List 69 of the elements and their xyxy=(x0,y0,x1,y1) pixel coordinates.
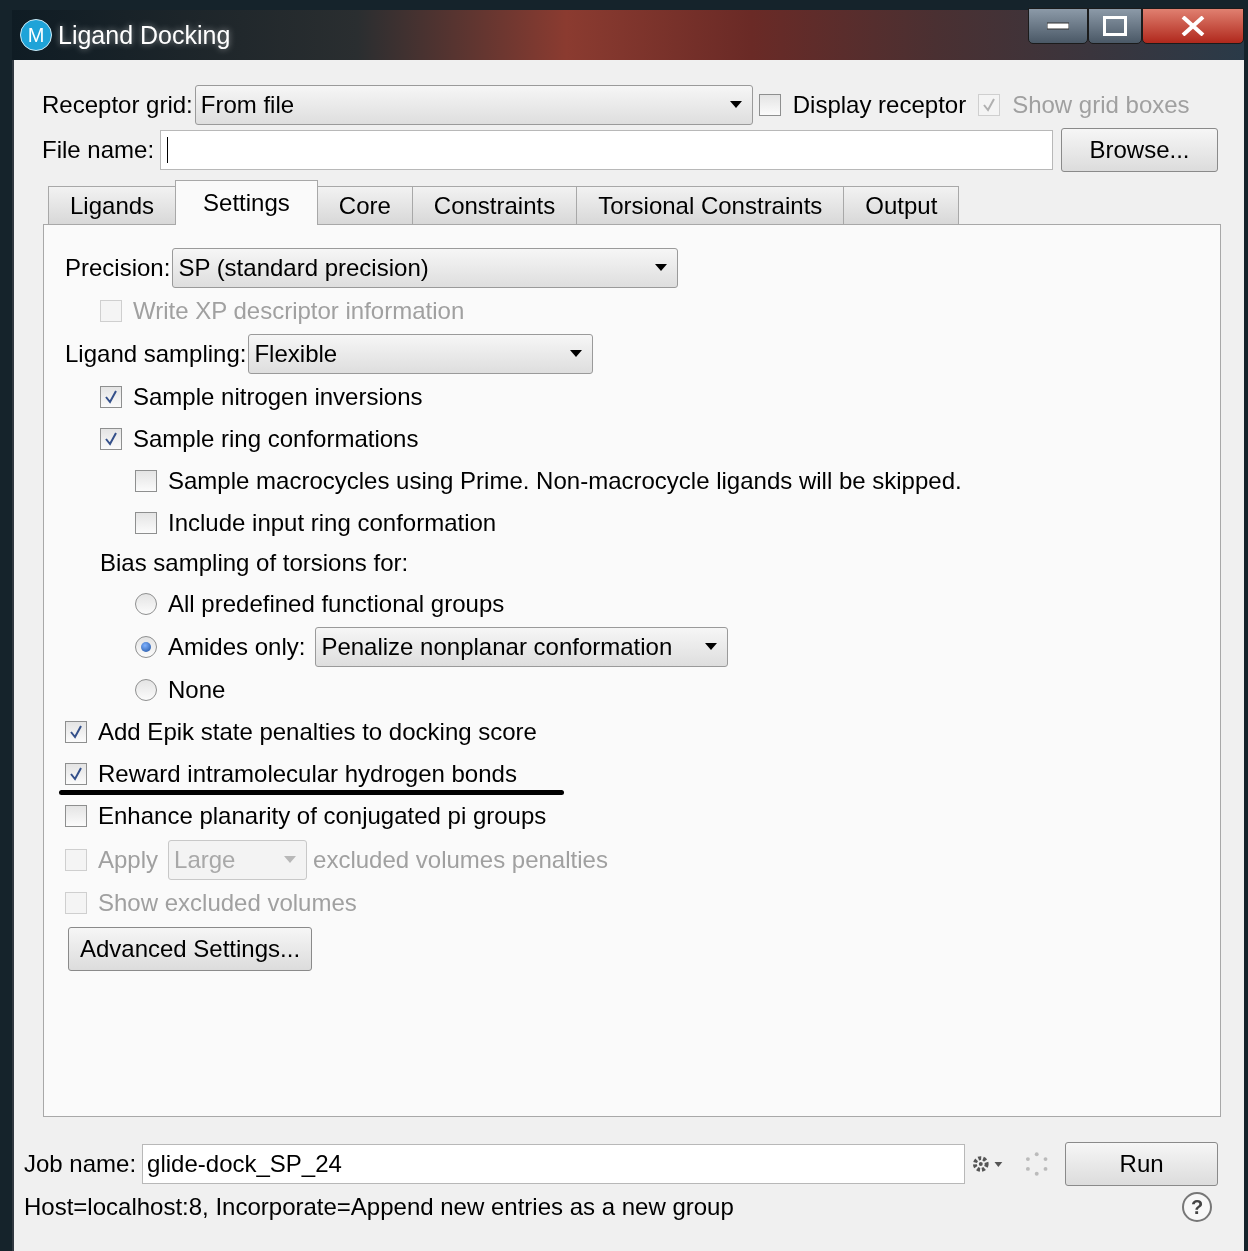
field-label: Receptor grid: xyxy=(42,91,193,119)
checkbox-label: Sample macrocycles using Prime. Non-macrocycle ligands will be skipped. xyxy=(168,467,962,495)
spinner-icon xyxy=(1023,1151,1050,1177)
caret-icon xyxy=(284,855,297,864)
checkbox-label: Enhance planarity of conjugated pi groups xyxy=(98,802,547,830)
dropdown[interactable]: From file xyxy=(194,85,753,125)
checkbox-label: None xyxy=(168,675,226,704)
checkbox[interactable] xyxy=(135,512,157,534)
tab[interactable]: Ligands xyxy=(48,186,177,224)
window-title: Ligand Docking xyxy=(58,20,231,50)
radio-button[interactable] xyxy=(135,592,157,615)
checkmark-icon xyxy=(103,431,119,447)
caret-icon xyxy=(705,642,718,651)
app-logo-icon: M xyxy=(20,19,52,51)
radio-button[interactable] xyxy=(135,678,157,701)
checkbox[interactable] xyxy=(135,470,157,492)
checkbox-label: Display receptor xyxy=(792,91,967,119)
checkbox-label: Sample nitrogen inversions xyxy=(133,383,423,411)
maximize-icon xyxy=(1103,16,1127,36)
checkbox-label: Show excluded volumes xyxy=(98,889,357,917)
checkbox-label: Add Epik state penalties to docking score xyxy=(98,718,537,746)
checkbox[interactable] xyxy=(65,763,87,785)
tab[interactable]: Core xyxy=(316,186,413,224)
checkbox-label: All predefined functional groups xyxy=(168,589,505,618)
section-label: Bias sampling of torsions for: xyxy=(100,549,409,577)
file-name-field[interactable] xyxy=(160,130,1053,170)
close-icon xyxy=(1181,16,1205,36)
checkbox-label: excluded volumes penalties xyxy=(313,845,608,874)
checkmark-icon xyxy=(68,766,84,782)
maximize-button[interactable] xyxy=(1088,8,1142,44)
checkbox[interactable] xyxy=(65,721,87,743)
field-label: File name: xyxy=(42,136,155,164)
checkbox-label: Apply xyxy=(98,845,159,874)
checkmark-icon xyxy=(103,389,119,405)
checkbox-label: Write XP descriptor information xyxy=(133,297,465,325)
checkmark-icon xyxy=(981,97,998,113)
dropdown[interactable]: Penalize nonplanar conformation xyxy=(315,626,729,667)
checkbox[interactable] xyxy=(65,805,87,827)
checkbox[interactable] xyxy=(100,428,122,450)
tab[interactable]: Torsional Constraints xyxy=(576,186,845,224)
checkbox-label: Include input ring conformation xyxy=(168,509,497,537)
run-button[interactable]: Run xyxy=(1065,1142,1218,1186)
tab[interactable]: Constraints xyxy=(411,186,578,224)
tab[interactable]: Output xyxy=(843,186,960,224)
checkmark-icon xyxy=(68,724,84,740)
dropdown[interactable]: Flexible xyxy=(248,334,594,374)
minimize-button[interactable] xyxy=(1028,8,1088,44)
caret-icon xyxy=(570,350,583,358)
caret-icon xyxy=(655,264,668,272)
checkbox-label: Show grid boxes xyxy=(1012,91,1190,119)
help-button[interactable]: ? xyxy=(1182,1192,1212,1222)
dropdown[interactable]: SP (standard precision) xyxy=(172,248,679,288)
checkbox[interactable] xyxy=(758,94,781,116)
checkbox-label: Sample ring conformations xyxy=(133,425,419,453)
advanced-settings-button[interactable]: Advanced Settings... xyxy=(68,927,312,971)
checkbox-label: Amides only: xyxy=(168,632,306,661)
close-button[interactable] xyxy=(1142,8,1244,44)
tab[interactable]: Settings xyxy=(175,180,318,225)
field-label: Ligand sampling: xyxy=(65,340,247,368)
radio-button[interactable] xyxy=(135,635,157,658)
caret-icon xyxy=(729,101,742,109)
minimize-icon xyxy=(1047,22,1069,30)
field-label: Precision: xyxy=(65,254,171,282)
field-label: Job name: xyxy=(24,1150,137,1178)
job-name-field[interactable]: glide-dock_SP_24 xyxy=(142,1144,965,1184)
checkbox-label: Reward intramolecular hydrogen bonds xyxy=(98,760,517,788)
checkbox[interactable] xyxy=(100,386,122,408)
browse-button[interactable]: Browse... xyxy=(1061,128,1218,172)
status-text: Host=localhost:8, Incorporate=Append new entries as a new group xyxy=(24,1193,734,1221)
